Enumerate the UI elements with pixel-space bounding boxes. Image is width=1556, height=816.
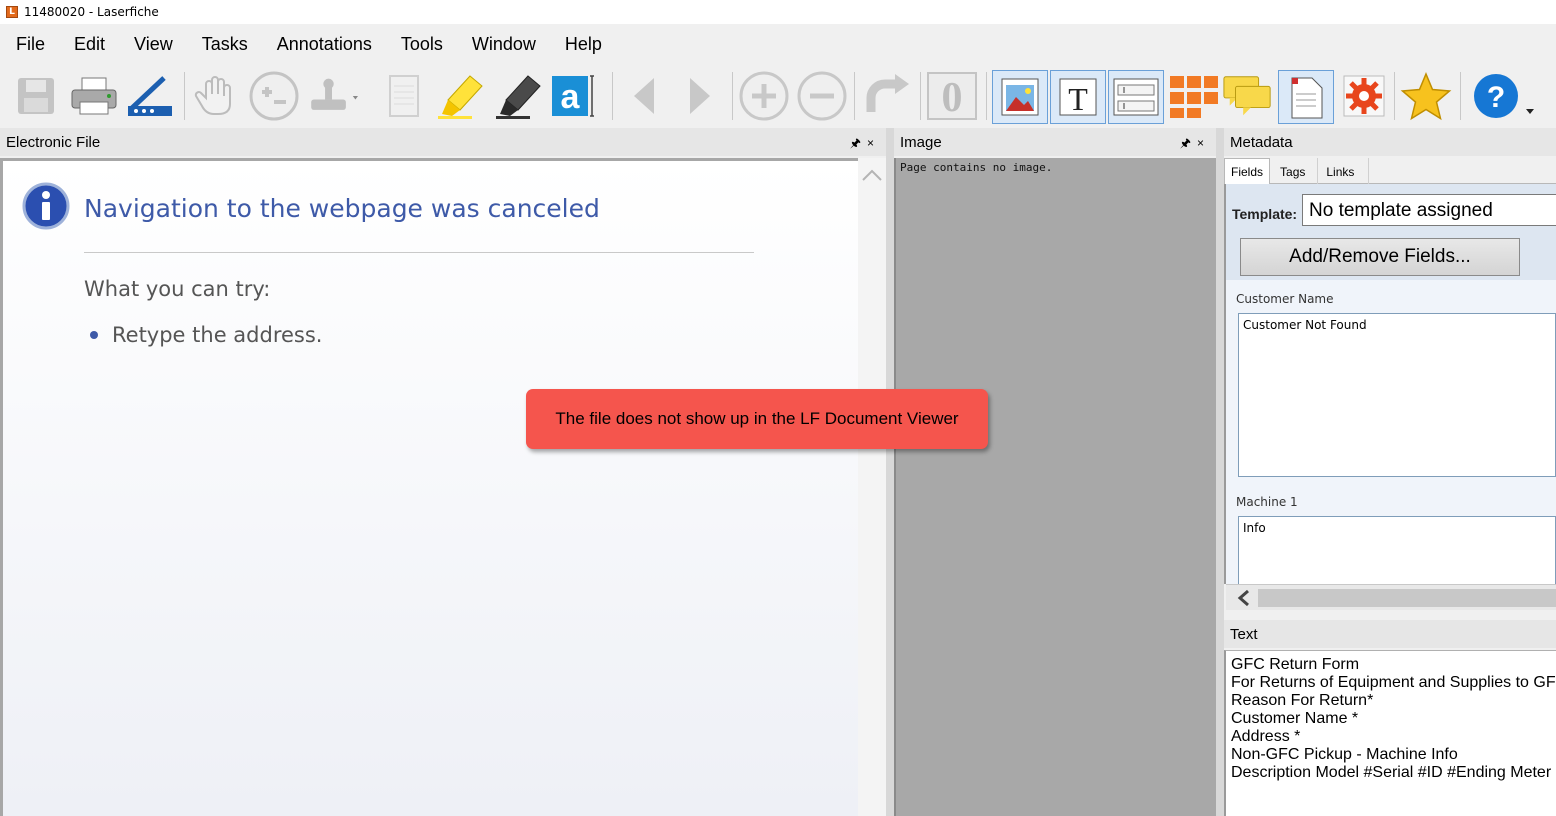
- text-line: Description Model #Serial #ID #Ending Me…: [1231, 764, 1556, 781]
- tab-tags[interactable]: Tags: [1270, 158, 1319, 184]
- menu-tools[interactable]: Tools: [385, 24, 456, 64]
- add-remove-fields-button[interactable]: Add/Remove Fields...: [1240, 238, 1520, 276]
- menu-help[interactable]: Help: [549, 24, 615, 64]
- laserfiche-logo-icon: L: [6, 6, 18, 18]
- menu-annotations[interactable]: Annotations: [261, 24, 385, 64]
- error-title: Navigation to the webpage was canceled: [84, 194, 600, 223]
- electronic-file-title: Electronic File: [6, 133, 101, 151]
- text-pane-icon[interactable]: T: [1050, 70, 1106, 124]
- callout-note: The file does not show up in the LF Docu…: [526, 389, 988, 449]
- info-icon: [22, 182, 70, 235]
- svg-text:0: 0: [942, 75, 963, 121]
- electronic-file-header: Electronic File 🖈×: [0, 128, 886, 156]
- toolbar: a 0 T ?: [0, 64, 1556, 128]
- bullet-icon: [90, 331, 98, 339]
- zoom-in-icon[interactable]: [738, 70, 790, 122]
- save-icon[interactable]: [10, 70, 62, 122]
- image-title: Image: [900, 133, 942, 151]
- svg-text:T: T: [1068, 81, 1088, 117]
- image-viewer: Page contains no image.: [894, 158, 1216, 816]
- zoom-out-icon[interactable]: [796, 70, 848, 122]
- text-line: Reason For Return*: [1231, 692, 1374, 709]
- title-bar: L 11480020 - Laserfiche: [0, 0, 1556, 24]
- tab-fields[interactable]: Fields: [1224, 158, 1271, 184]
- previous-page-icon[interactable]: [618, 70, 670, 122]
- customer-name-label: Customer Name: [1236, 292, 1334, 306]
- divider: [84, 252, 754, 253]
- suggestions-heading: What you can try:: [84, 277, 271, 301]
- vertical-scrollbar[interactable]: [858, 158, 886, 816]
- svg-text:?: ?: [1487, 81, 1505, 114]
- blank-page-icon[interactable]: [378, 70, 430, 122]
- text-title: Text: [1230, 625, 1258, 643]
- hand-pan-icon[interactable]: [190, 70, 242, 122]
- tab-links[interactable]: Links: [1318, 158, 1370, 184]
- text-content[interactable]: GFC Return Form For Returns of Equipment…: [1224, 650, 1556, 816]
- text-line: For Returns of Equipment and Supplies to…: [1231, 674, 1556, 691]
- scrollbar-thumb[interactable]: [1258, 589, 1556, 607]
- metadata-tabs: Fields Tags Links: [1224, 158, 1556, 184]
- settings-gear-icon[interactable]: [1338, 70, 1390, 122]
- menu-edit[interactable]: Edit: [58, 24, 118, 64]
- menu-window[interactable]: Window: [456, 24, 549, 64]
- zoom-icon[interactable]: [248, 70, 300, 122]
- menu-view[interactable]: View: [118, 24, 186, 64]
- horizontal-scrollbar[interactable]: [1226, 584, 1556, 610]
- machine-1-label: Machine 1: [1236, 495, 1298, 509]
- next-page-icon[interactable]: [674, 70, 726, 122]
- close-icon[interactable]: ×: [867, 136, 880, 150]
- customer-name-field[interactable]: Customer Not Found: [1238, 313, 1556, 477]
- stamp-icon[interactable]: [306, 70, 358, 122]
- suggestion-item: Retype the address.: [112, 323, 323, 347]
- annotations-list-icon[interactable]: [1222, 70, 1274, 122]
- text-line: Non-GFC Pickup - Machine Info: [1231, 746, 1458, 763]
- electronic-file-viewer: [0, 158, 886, 816]
- ocr-icon[interactable]: 0: [926, 70, 978, 122]
- pane-splitter[interactable]: [1216, 128, 1224, 816]
- rotate-icon[interactable]: [862, 70, 914, 122]
- favorite-star-icon[interactable]: [1400, 70, 1452, 122]
- metadata-header: Metadata: [1224, 128, 1556, 156]
- metadata-pane-icon[interactable]: [1108, 70, 1164, 124]
- text-header: Text: [1224, 620, 1556, 648]
- pin-icon[interactable]: 🖈: [1180, 136, 1197, 150]
- scan-icon[interactable]: [124, 70, 176, 122]
- text-line: Customer Name *: [1231, 710, 1359, 727]
- close-icon[interactable]: ×: [1197, 136, 1210, 150]
- machine-1-field[interactable]: Info: [1238, 516, 1556, 586]
- window-title: 11480020 - Laserfiche: [24, 5, 159, 19]
- metadata-title: Metadata: [1230, 133, 1293, 151]
- menu-tasks[interactable]: Tasks: [186, 24, 261, 64]
- marker-icon[interactable]: [494, 70, 546, 122]
- pin-icon[interactable]: 🖈: [850, 136, 867, 150]
- text-line: Address *: [1231, 728, 1301, 745]
- text-annotation-icon[interactable]: a: [546, 70, 598, 122]
- thumbnails-icon[interactable]: [1168, 70, 1220, 122]
- print-icon[interactable]: [68, 70, 120, 122]
- no-image-message: Page contains no image.: [900, 161, 1053, 174]
- image-header: Image 🖈×: [894, 128, 1216, 156]
- document-icon[interactable]: [1278, 70, 1334, 124]
- text-line: GFC Return Form: [1231, 656, 1360, 673]
- image-pane-icon[interactable]: [992, 70, 1048, 124]
- template-select[interactable]: No template assigned: [1302, 194, 1556, 226]
- pane-splitter[interactable]: [886, 128, 894, 816]
- highlighter-icon[interactable]: [436, 70, 488, 122]
- menu-bar: File Edit View Tasks Annotations Tools W…: [0, 24, 1556, 64]
- template-label: Template:: [1232, 206, 1298, 222]
- menu-file[interactable]: File: [0, 24, 58, 64]
- help-icon[interactable]: ?: [1466, 70, 1542, 122]
- svg-text:a: a: [561, 78, 581, 116]
